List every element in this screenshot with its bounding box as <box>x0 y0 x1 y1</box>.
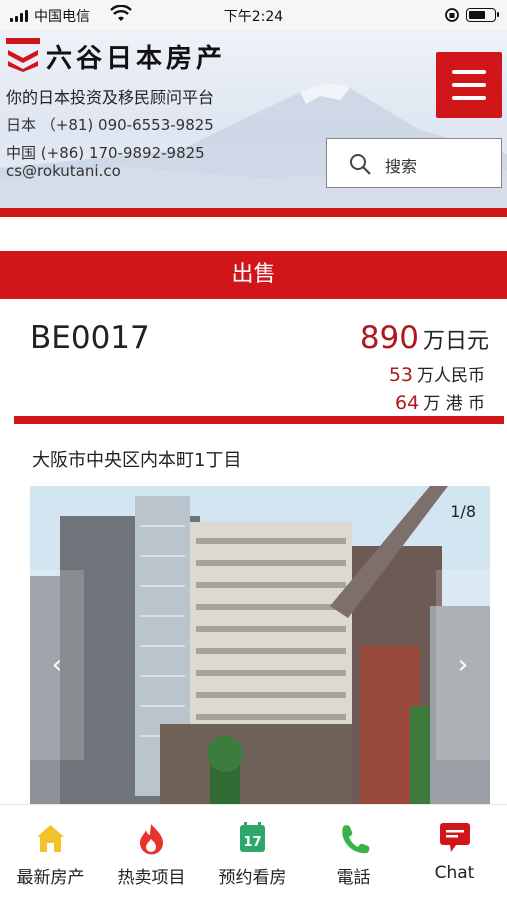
prev-photo-button[interactable]: ‹ <box>30 570 84 760</box>
price-rmb: 53 万人民币 <box>389 361 485 386</box>
search-input[interactable]: 搜索 <box>326 138 502 188</box>
price-hkd-value: 64 <box>395 392 420 414</box>
price-rmb-value: 53 <box>388 364 413 386</box>
divider-bar <box>0 208 507 217</box>
calendar-badge: 17 <box>243 835 261 850</box>
search-placeholder: 搜索 <box>385 157 418 176</box>
tagline: 你的日本投资及移民顾问平台 <box>6 88 215 107</box>
nav-book-viewing[interactable]: 17 预约看房 <box>202 805 303 900</box>
property-address: 大阪市中央区内本町1丁目 <box>32 450 242 471</box>
logo-icon <box>6 38 40 72</box>
calendar-icon: 17 <box>240 822 265 852</box>
next-photo-button[interactable]: › <box>436 570 490 760</box>
menu-button[interactable] <box>436 52 502 118</box>
price-hkd-unit: 万 港 币 <box>423 394 485 414</box>
nav-label: 最新房产 <box>16 868 85 888</box>
search-icon <box>350 154 371 175</box>
nav-label: 热卖项目 <box>117 868 186 888</box>
nav-phone[interactable]: 電話 <box>303 805 404 900</box>
price-rmb-unit: 万人民币 <box>417 366 485 386</box>
section-banner: 出售 <box>0 251 507 299</box>
price-jpy: 890 万日元 <box>360 320 489 356</box>
nav-label: 電話 <box>336 868 371 888</box>
chevron-left-icon: ‹ <box>51 650 63 680</box>
rotation-lock-icon <box>445 8 459 22</box>
status-bar: 中国电信 下午2:24 <box>0 0 507 30</box>
property-id: BE0017 <box>30 320 150 356</box>
photo-carousel[interactable]: 1/8 ‹ › <box>30 486 490 804</box>
price-jpy-unit: 万日元 <box>422 329 489 354</box>
nav-hot-projects[interactable]: 热卖项目 <box>101 805 202 900</box>
email-link[interactable]: cs@rokutani.co <box>6 162 121 180</box>
nav-label: Chat <box>434 863 475 883</box>
home-icon <box>37 825 64 852</box>
chevron-right-icon: › <box>457 650 469 680</box>
chat-icon <box>440 823 470 852</box>
phone-icon <box>342 825 370 854</box>
phone-china[interactable]: 中国 (+86) 170-9892-9825 <box>6 142 205 163</box>
logo-text[interactable]: 六谷日本房产 <box>46 38 226 75</box>
price-hkd: 64 万 港 币 <box>395 389 485 414</box>
site-header: 六谷日本房产 你的日本投资及移民顾问平台 日本 （+81) 090-6553-9… <box>0 30 507 208</box>
divider-bar <box>14 416 504 424</box>
nav-label: 预约看房 <box>218 868 287 888</box>
fire-icon <box>140 824 163 855</box>
clock: 下午2:24 <box>223 9 284 25</box>
nav-latest-properties[interactable]: 最新房产 <box>0 805 101 900</box>
price-jpy-value: 890 <box>359 320 419 356</box>
hamburger-icon <box>452 70 486 74</box>
building-photo <box>30 486 490 804</box>
bottom-nav: 最新房产 热卖项目 17 预约看房 電話 Chat <box>0 804 507 900</box>
nav-chat[interactable]: Chat <box>404 805 505 900</box>
phone-japan[interactable]: 日本 （+81) 090-6553-9825 <box>6 114 214 135</box>
battery-icon <box>466 8 499 22</box>
photo-counter: 1/8 <box>450 502 476 521</box>
